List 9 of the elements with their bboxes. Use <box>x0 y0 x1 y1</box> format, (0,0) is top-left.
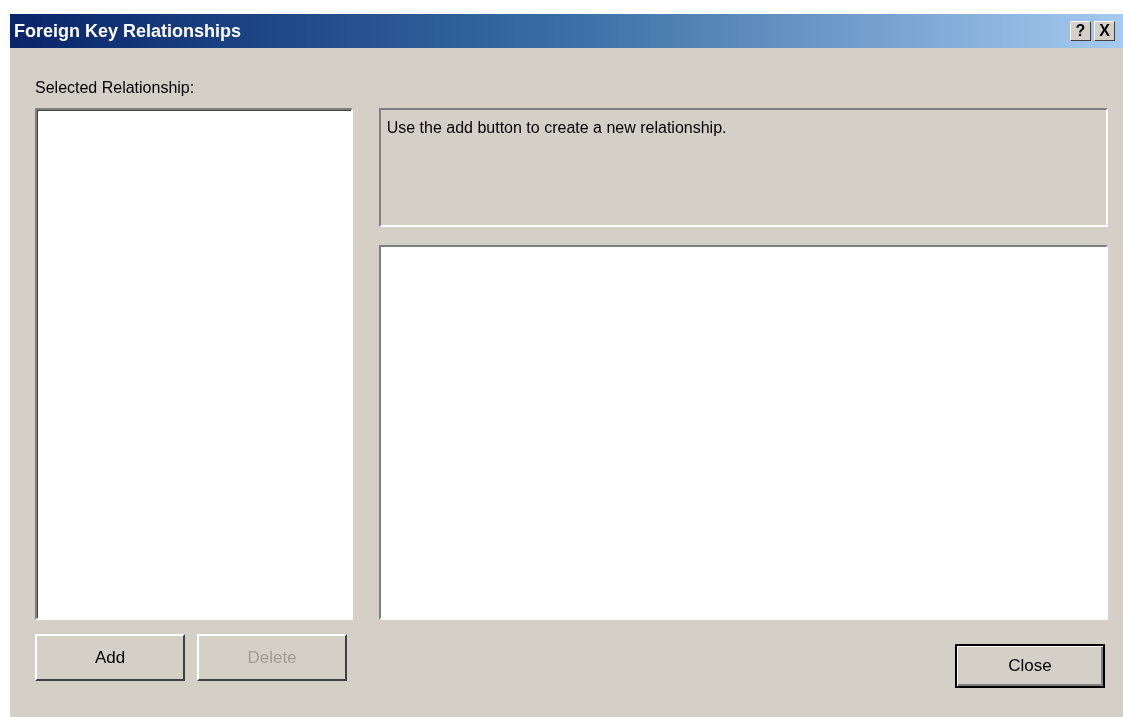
title-bar-button[interactable]: ? <box>1070 21 1091 41</box>
property-grid[interactable] <box>378 245 1108 620</box>
list-label: Selected Relationship: <box>35 78 196 98</box>
title-bar-button[interactable]: X <box>1094 21 1115 41</box>
window-title: Foreign Key Relationships <box>14 19 243 43</box>
close-button[interactable]: Close <box>955 644 1105 688</box>
description-text: Use the add button to create a new relationship. <box>386 119 727 136</box>
list-button[interactable]: Add <box>35 634 185 681</box>
relationship-list[interactable] <box>35 108 353 620</box>
